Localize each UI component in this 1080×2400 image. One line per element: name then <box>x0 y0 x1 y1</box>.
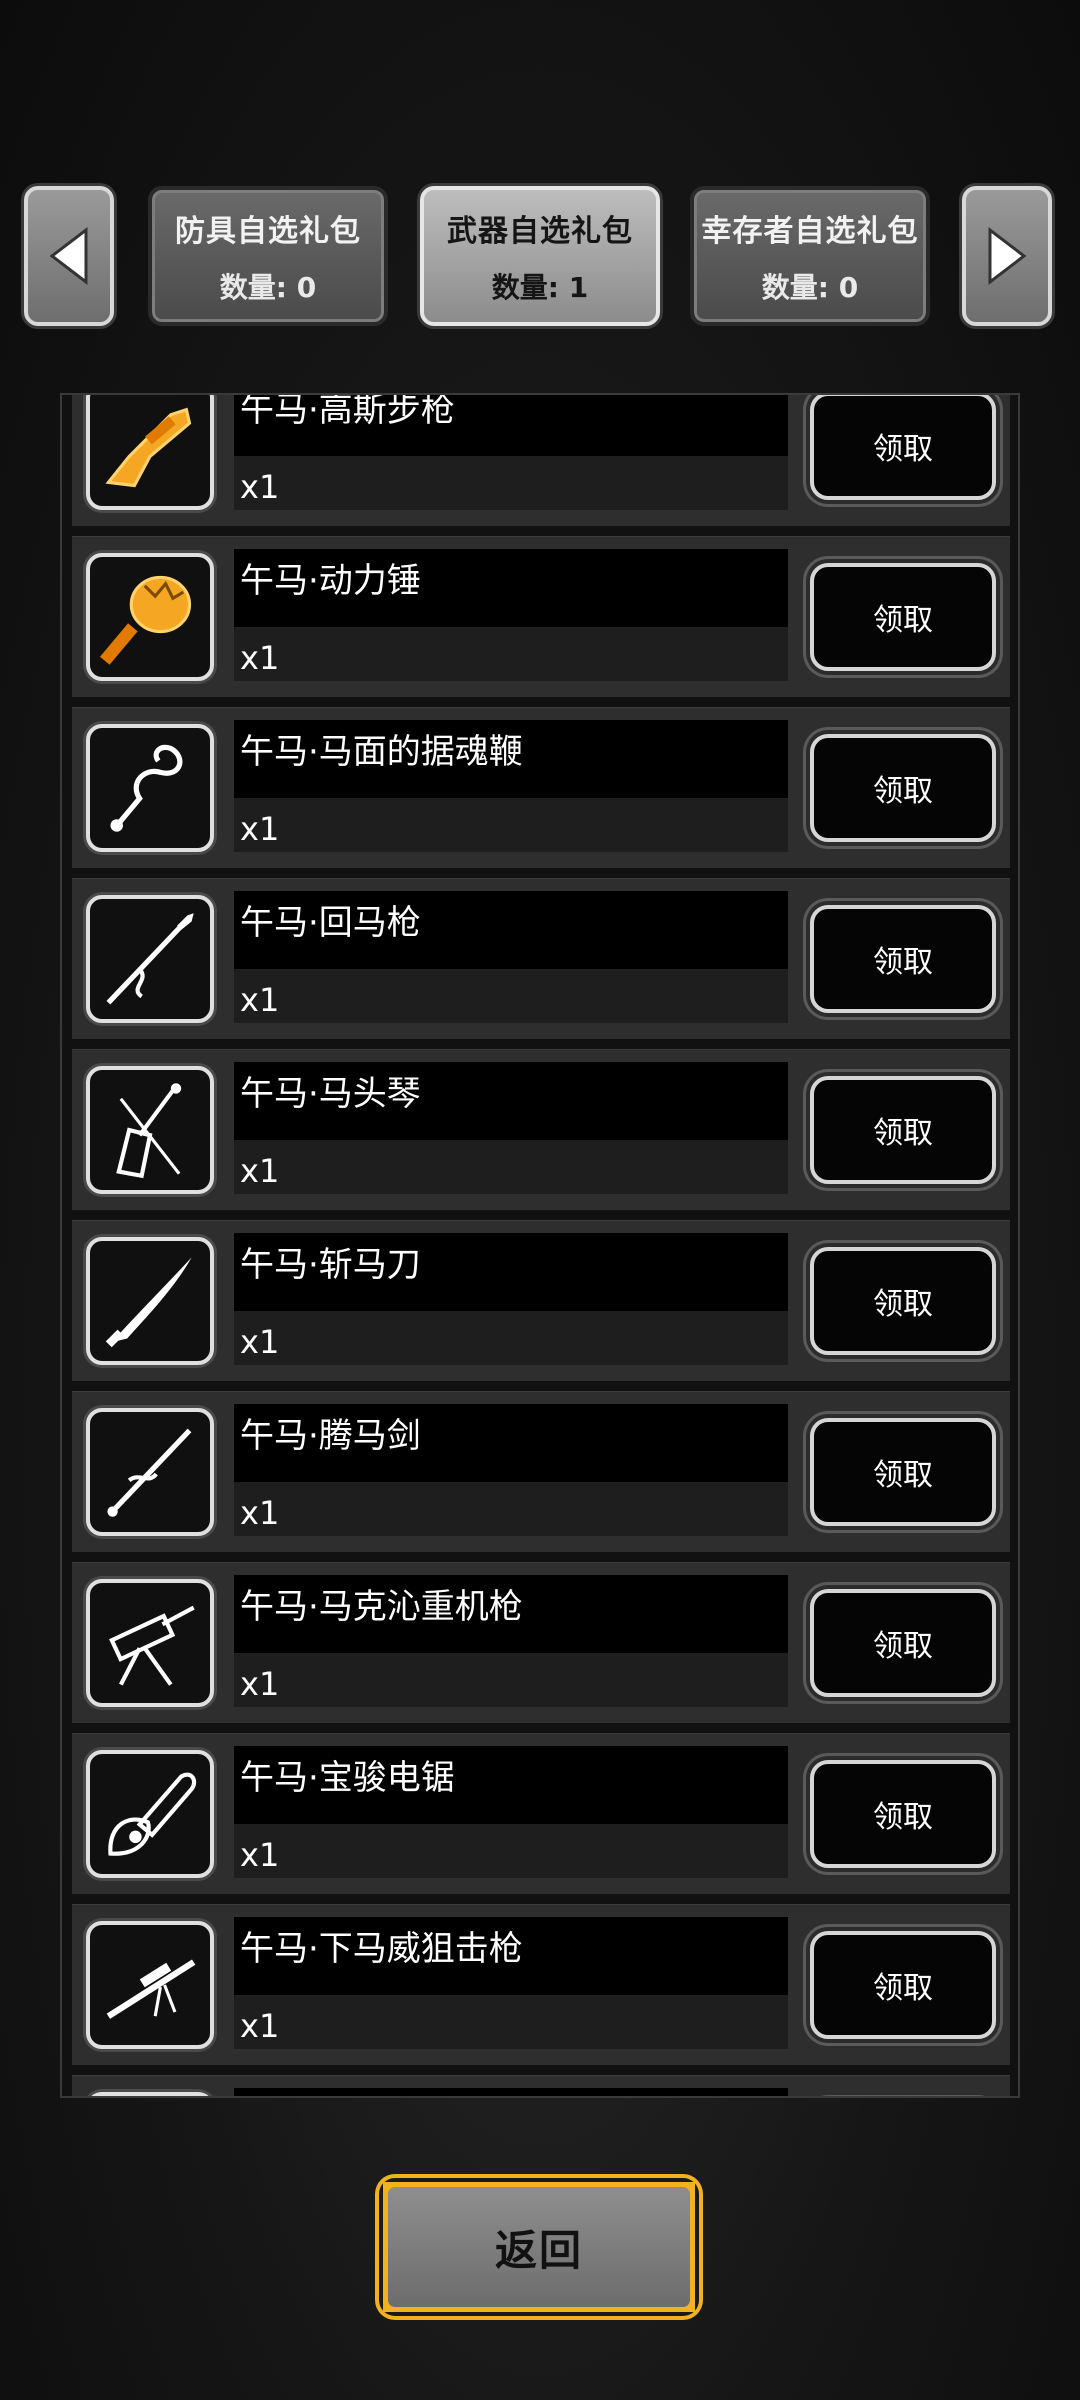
item-list-panel[interactable]: 午马·高斯步枪 x1 领取 午马·动力锤 x1 领取 午马·马面的据魂鞭 x1 … <box>60 393 1020 2098</box>
item-name: 午马·高斯步枪 <box>234 395 788 456</box>
claim-button[interactable]: 领取 <box>810 395 996 500</box>
item-name: 午马·动力锤 <box>234 549 788 627</box>
claim-button[interactable]: 领取 <box>810 1247 996 1355</box>
arrow-left-icon <box>49 226 88 286</box>
prev-page-button[interactable] <box>24 186 114 326</box>
chainsaw-icon <box>108 1772 197 1856</box>
item-name: 午马·马克沁重机枪 <box>234 1575 788 1653</box>
item-name: 午马·回马枪 <box>234 891 788 969</box>
tab-count: 数量: 1 <box>491 271 589 304</box>
list-item: 午马·高斯步枪 x1 领取 <box>72 395 1010 526</box>
list-item: 午马·宝骏电锯 x1 领取 <box>72 1733 1010 1894</box>
corner-ornament <box>656 2273 695 2312</box>
item-icon-frame <box>86 1066 214 1194</box>
next-page-button[interactable] <box>962 186 1052 326</box>
item-icon-frame <box>86 1921 214 2049</box>
tab-title: 幸存者自选礼包 <box>701 214 919 249</box>
corner-ornament <box>383 2273 422 2312</box>
item-quantity: x1 <box>234 1311 788 1365</box>
tab-title: 防具自选礼包 <box>175 214 361 249</box>
spear-icon <box>106 913 194 1005</box>
claim-button[interactable]: 领取 <box>810 1418 996 1526</box>
item-quantity: x1 <box>234 1824 788 1878</box>
claim-button[interactable]: 领取 <box>810 563 996 671</box>
claim-button[interactable]: 领取 <box>810 1760 996 1868</box>
item-quantity: x1 <box>234 1140 788 1194</box>
claim-button[interactable]: 领取 <box>810 734 996 842</box>
list-item: 午马·斩马刀 x1 领取 <box>72 1220 1010 1381</box>
list-item: 午马·腾马剑 x1 领取 <box>72 1391 1010 1552</box>
list-item: 午马·动力锤 x1 领取 <box>72 536 1010 697</box>
list-item-partial <box>72 2075 1010 2096</box>
claim-button[interactable]: 领取 <box>810 1931 996 2039</box>
tab-title: 武器自选礼包 <box>447 214 633 249</box>
tab-armor-pack[interactable]: 防具自选礼包 数量: 0 <box>148 186 388 326</box>
item-name: 午马·腾马剑 <box>234 1404 788 1482</box>
item-icon-frame <box>86 1237 214 1365</box>
item-icon-frame <box>86 1408 214 1536</box>
item-quantity: x1 <box>234 1995 788 2049</box>
tab-weapon-pack[interactable]: 武器自选礼包 数量: 1 <box>420 186 660 326</box>
back-button[interactable]: 返回 <box>383 2182 695 2312</box>
claim-button[interactable]: 领取 <box>810 1589 996 1697</box>
list-item: 午马·马克沁重机枪 x1 领取 <box>72 1562 1010 1723</box>
back-button-label: 返回 <box>494 2225 583 2275</box>
tab-survivor-pack[interactable]: 幸存者自选礼包 数量: 0 <box>690 186 930 326</box>
item-name: 午马·斩马刀 <box>234 1233 788 1311</box>
item-quantity: x1 <box>234 1482 788 1536</box>
item-name: 午马·马面的据魂鞭 <box>234 720 788 798</box>
arrow-right-icon <box>988 226 1027 286</box>
saber-icon <box>105 1257 192 1348</box>
item-name: 午马·马头琴 <box>234 1062 788 1140</box>
item-name: 午马·下马威狙击枪 <box>234 1917 788 1995</box>
item-quantity: x1 <box>234 456 788 510</box>
item-icon-frame <box>86 395 214 510</box>
horsehead-fiddle-icon <box>116 1083 182 1179</box>
claim-button[interactable]: 领取 <box>810 905 996 1013</box>
item-quantity: x1 <box>234 1653 788 1707</box>
golden-rifle-icon <box>105 407 192 488</box>
list-item: 午马·回马枪 x1 领取 <box>72 878 1010 1039</box>
item-icon-frame <box>86 553 214 681</box>
sword-icon <box>107 1428 192 1517</box>
item-icon-frame <box>86 1579 214 1707</box>
item-icon-frame <box>86 895 214 1023</box>
whip-icon <box>110 744 183 832</box>
heavy-machine-gun-icon <box>109 1605 195 1686</box>
item-quantity: x1 <box>234 969 788 1023</box>
item-icon-frame <box>86 2092 214 2096</box>
item-icon-frame <box>86 724 214 852</box>
list-item: 午马·下马威狙击枪 x1 领取 <box>72 1904 1010 2065</box>
item-list: 午马·高斯步枪 x1 领取 午马·动力锤 x1 领取 午马·马面的据魂鞭 x1 … <box>72 395 1010 2096</box>
list-item: 午马·马头琴 x1 领取 <box>72 1049 1010 1210</box>
item-icon-frame <box>86 1750 214 1878</box>
item-quantity: x1 <box>234 798 788 852</box>
corner-ornament <box>383 2182 422 2221</box>
sniper-rifle-icon <box>106 1959 196 2019</box>
item-quantity: x1 <box>234 627 788 681</box>
tab-count: 数量: 0 <box>219 271 317 304</box>
item-name: 午马·宝骏电锯 <box>234 1746 788 1824</box>
item-name-placeholder <box>234 2088 788 2096</box>
corner-ornament <box>656 2182 695 2221</box>
list-item: 午马·马面的据魂鞭 x1 领取 <box>72 707 1010 868</box>
tab-count: 数量: 0 <box>761 271 859 304</box>
golden-hammer-icon <box>99 575 192 665</box>
claim-button[interactable]: 领取 <box>810 1076 996 1184</box>
